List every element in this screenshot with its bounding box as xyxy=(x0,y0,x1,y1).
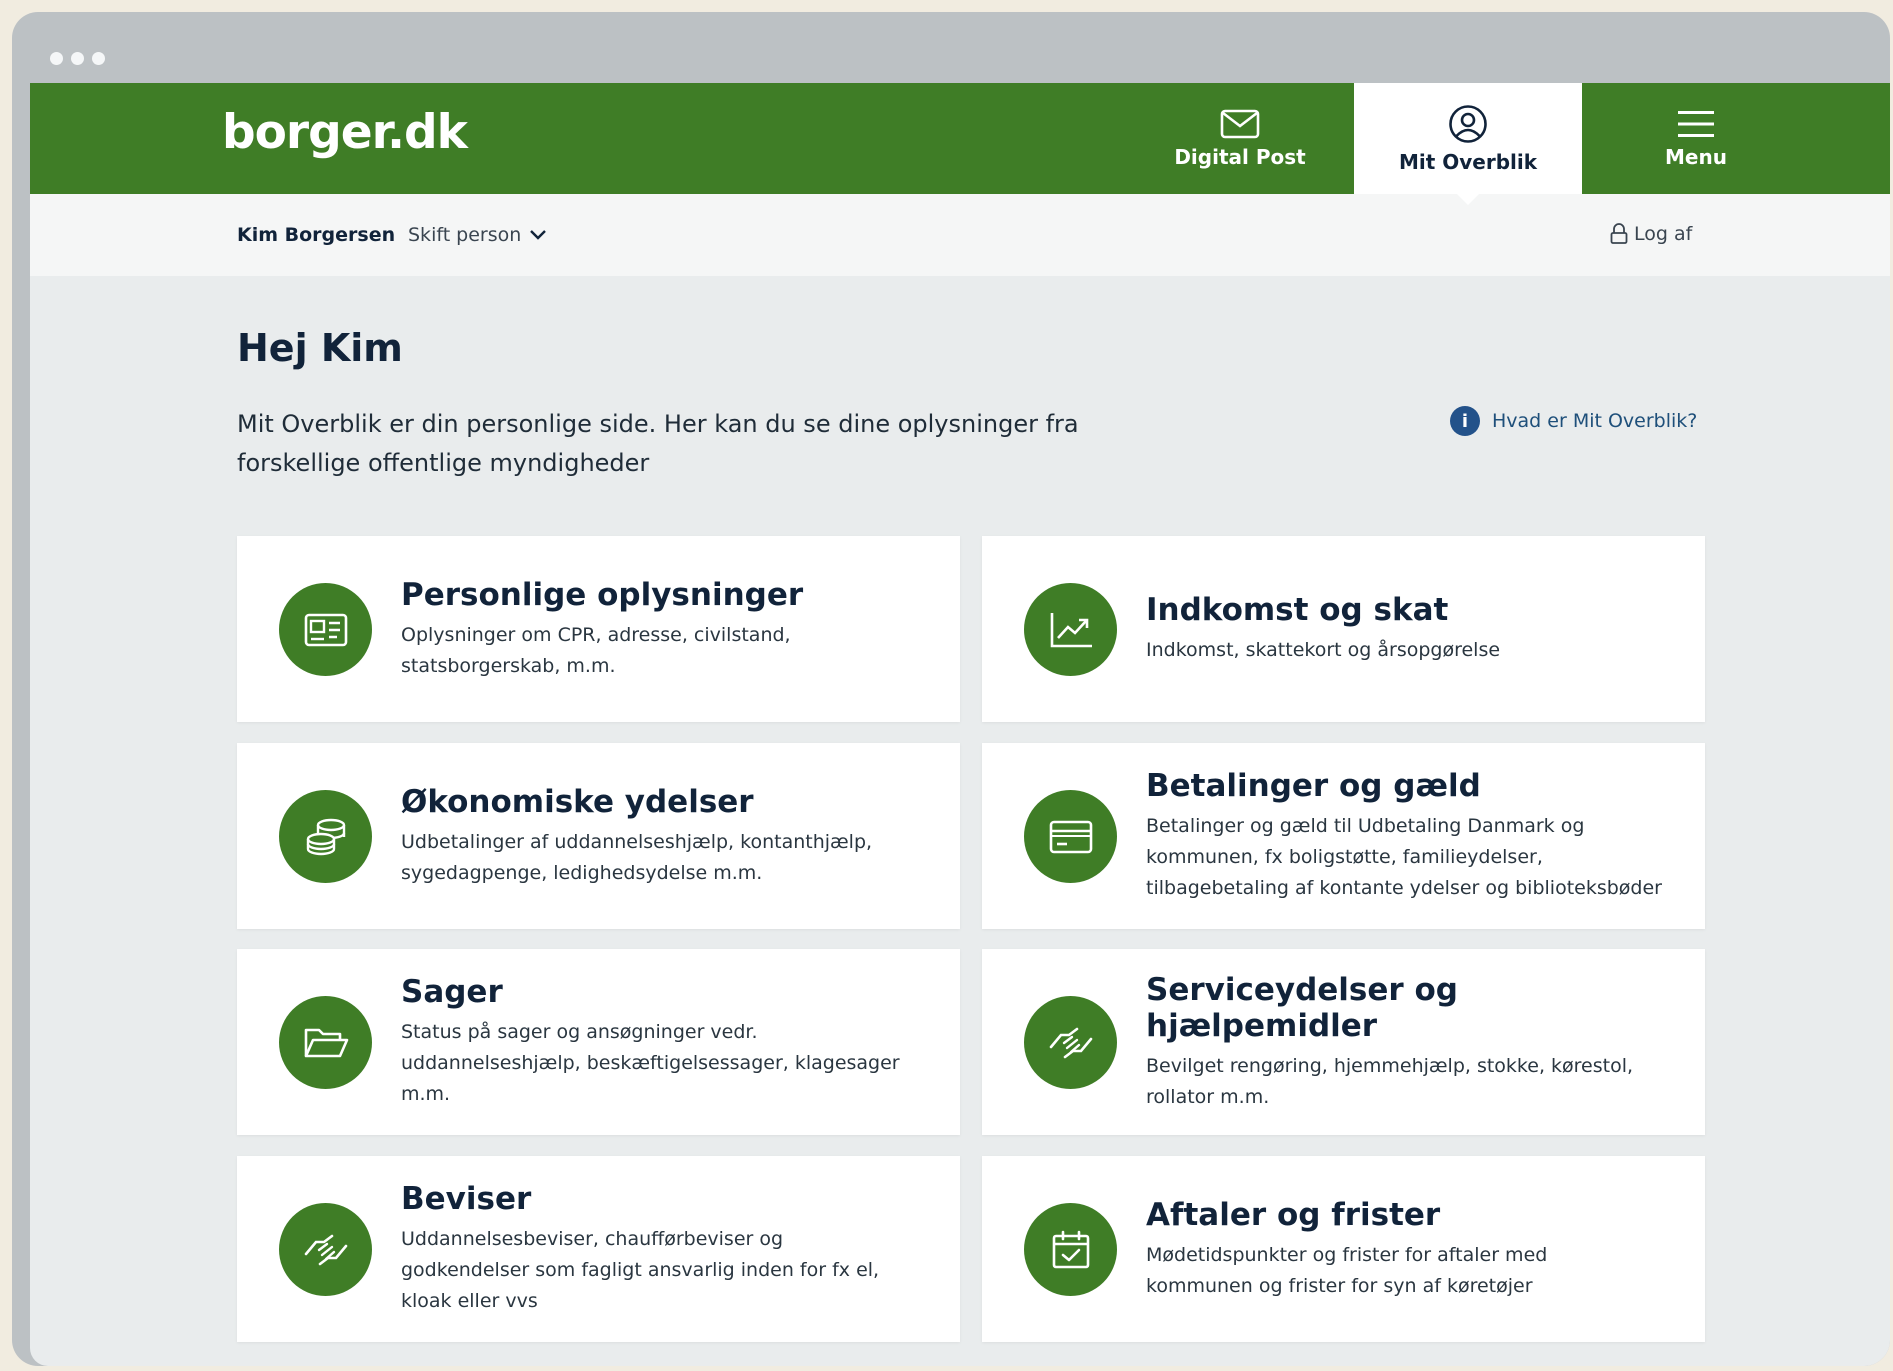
logout-label: Log af xyxy=(1634,223,1693,245)
chevron-down-icon xyxy=(530,230,547,240)
card-desc-line: Udbetalinger af uddannelseshjælp, kontan… xyxy=(401,830,873,853)
card-icon-circle xyxy=(1024,583,1117,676)
switch-person-button[interactable]: Skift person xyxy=(408,224,547,246)
intro-line-2: forskellige offentlige myndigheder xyxy=(237,449,650,477)
card-title: Økonomiske ydelser xyxy=(401,783,754,820)
window-controls xyxy=(50,52,105,65)
card-icon-circle xyxy=(1024,790,1117,883)
coins-stack-icon xyxy=(306,818,345,855)
card-title: Serviceydelser og hjælpemidler xyxy=(1146,971,1458,1044)
nav-menu[interactable]: Menu xyxy=(1582,83,1810,194)
card-betalinger-og-gaeld[interactable]: Betalinger og gæld Betalinger og gæld ti… xyxy=(982,743,1705,929)
card-description: Indkomst, skattekort og årsopgørelse xyxy=(1146,635,1685,666)
card-indkomst-og-skat[interactable]: Indkomst og skat Indkomst, skattekort og… xyxy=(982,536,1705,722)
window-maximize-dot[interactable] xyxy=(92,52,105,65)
card-icon-circle xyxy=(1024,1203,1117,1296)
logout-button[interactable]: Log af xyxy=(1610,223,1692,245)
card-icon-circle xyxy=(279,583,372,676)
hamburger-icon xyxy=(1678,110,1714,137)
card-desc-line: kommunen og frister for syn af køretøjer xyxy=(1146,1274,1533,1297)
card-description: Bevilget rengøring, hjemmehjælp, stokke,… xyxy=(1146,1051,1685,1113)
card-description: Oplysninger om CPR, adresse, civilstand,… xyxy=(401,620,940,682)
handshake-icon xyxy=(304,1234,347,1265)
window-minimize-dot[interactable] xyxy=(71,52,84,65)
nav-digital-post-label: Digital Post xyxy=(1174,144,1306,169)
card-icon-circle xyxy=(279,996,372,1089)
info-icon: i xyxy=(1450,406,1480,436)
id-card-icon xyxy=(304,613,347,646)
help-link[interactable]: i Hvad er Mit Overblik? xyxy=(1450,406,1697,436)
intro-line-1: Mit Overblik er din personlige side. Her… xyxy=(237,410,1079,438)
card-icon-circle xyxy=(279,790,372,883)
card-desc-line: m.m. xyxy=(401,1083,451,1105)
card-title: Sager xyxy=(401,974,503,1010)
window-close-dot[interactable] xyxy=(50,52,63,65)
intro-text: Mit Overblik er din personlige side. Her… xyxy=(237,405,1137,483)
card-desc-line: kommunen, fx boligstøtte, familieydelser… xyxy=(1146,846,1543,868)
active-tab-pointer xyxy=(1456,193,1480,205)
card-aftaler-og-frister[interactable]: Aftaler og frister Mødetidspunkter og fr… xyxy=(982,1156,1705,1342)
browser-frame: borger.dk Digital Post Mit Overblik Menu… xyxy=(12,12,1890,1366)
card-title: Beviser xyxy=(401,1181,532,1217)
card-desc-line: Uddannelsesbeviser, chaufførbeviser og xyxy=(401,1228,784,1250)
nav-digital-post[interactable]: Digital Post xyxy=(1126,83,1354,194)
card-desc-line: statsborgerskab, m.m. xyxy=(401,654,616,677)
site-header: borger.dk Digital Post Mit Overblik Menu xyxy=(30,83,1890,194)
card-serviceydelser-og-hjaelpemidler[interactable]: Serviceydelser og hjælpemidler Bevilget … xyxy=(982,949,1705,1135)
card-description: Mødetidspunkter og frister for aftaler m… xyxy=(1146,1240,1685,1302)
card-title: Personlige oplysninger xyxy=(401,576,804,613)
card-description: Betalinger og gæld til Udbetaling Danmar… xyxy=(1146,811,1685,904)
card-icon-circle xyxy=(279,1203,372,1296)
envelope-icon xyxy=(1220,109,1260,138)
nav-mit-overblik-label: Mit Overblik xyxy=(1398,149,1538,174)
card-desc-line: tilbagebetaling af kontante ydelser og b… xyxy=(1146,877,1662,899)
card-desc-line: uddannelseshjælp, beskæftigelsessager, k… xyxy=(401,1052,900,1074)
nav-mit-overblik[interactable]: Mit Overblik xyxy=(1354,83,1582,194)
card-desc-line: Oplysninger om CPR, adresse, civilstand, xyxy=(401,623,791,646)
help-link-label: Hvad er Mit Overblik? xyxy=(1492,410,1698,432)
card-personlige-oplysninger[interactable]: Personlige oplysninger Oplysninger om CP… xyxy=(237,536,960,722)
site-logo[interactable]: borger.dk xyxy=(222,105,468,160)
credit-card-icon xyxy=(1049,820,1092,853)
card-desc-line: Indkomst, skattekort og årsopgørelse xyxy=(1146,639,1501,661)
card-desc-line: kloak eller vvs xyxy=(401,1290,538,1312)
user-bar: Kim Borgersen Skift person Log af xyxy=(30,194,1890,276)
card-icon-circle xyxy=(1024,996,1117,1089)
card-description: Uddannelsesbeviser, chaufførbeviser og g… xyxy=(401,1224,940,1317)
card-desc-line: Status på sager og ansøgninger vedr. xyxy=(401,1021,758,1043)
card-beviser[interactable]: Beviser Uddannelsesbeviser, chaufførbevi… xyxy=(237,1156,960,1342)
card-desc-line: Mødetidspunkter og frister for aftaler m… xyxy=(1146,1243,1548,1266)
card-title: Indkomst og skat xyxy=(1146,592,1449,628)
card-desc-line: rollator m.m. xyxy=(1146,1085,1270,1108)
nav-menu-label: Menu xyxy=(1665,144,1727,169)
card-description: Udbetalinger af uddannelseshjælp, kontan… xyxy=(401,827,940,889)
handshake-icon xyxy=(1049,1027,1092,1058)
calendar-check-icon xyxy=(1052,1230,1089,1268)
page-title: Hej Kim xyxy=(237,326,403,370)
folder-open-icon xyxy=(304,1028,348,1057)
card-title: Aftaler og frister xyxy=(1146,1196,1441,1233)
card-desc-line: Bevilget rengøring, hjemmehjælp, stokke,… xyxy=(1146,1054,1634,1077)
card-sager[interactable]: Sager Status på sager og ansøgninger ved… xyxy=(237,949,960,1135)
card-desc-line: sygedagpenge, ledighedsydelse m.m. xyxy=(401,861,763,884)
card-title: Betalinger og gæld xyxy=(1146,768,1481,804)
user-name: Kim Borgersen xyxy=(237,224,396,246)
page-viewport: borger.dk Digital Post Mit Overblik Menu… xyxy=(30,83,1890,1366)
lock-icon xyxy=(1610,223,1628,244)
user-circle-icon xyxy=(1449,104,1487,143)
switch-person-label: Skift person xyxy=(408,224,522,246)
card-description: Status på sager og ansøgninger vedr. udd… xyxy=(401,1017,940,1110)
card-okonomiske-ydelser[interactable]: Økonomiske ydelser Udbetalinger af uddan… xyxy=(237,743,960,929)
card-desc-line: godkendelser som fagligt ansvarlig inden… xyxy=(401,1259,880,1281)
chart-trend-icon xyxy=(1050,612,1092,647)
card-desc-line: Betalinger og gæld til Udbetaling Danmar… xyxy=(1146,815,1585,837)
